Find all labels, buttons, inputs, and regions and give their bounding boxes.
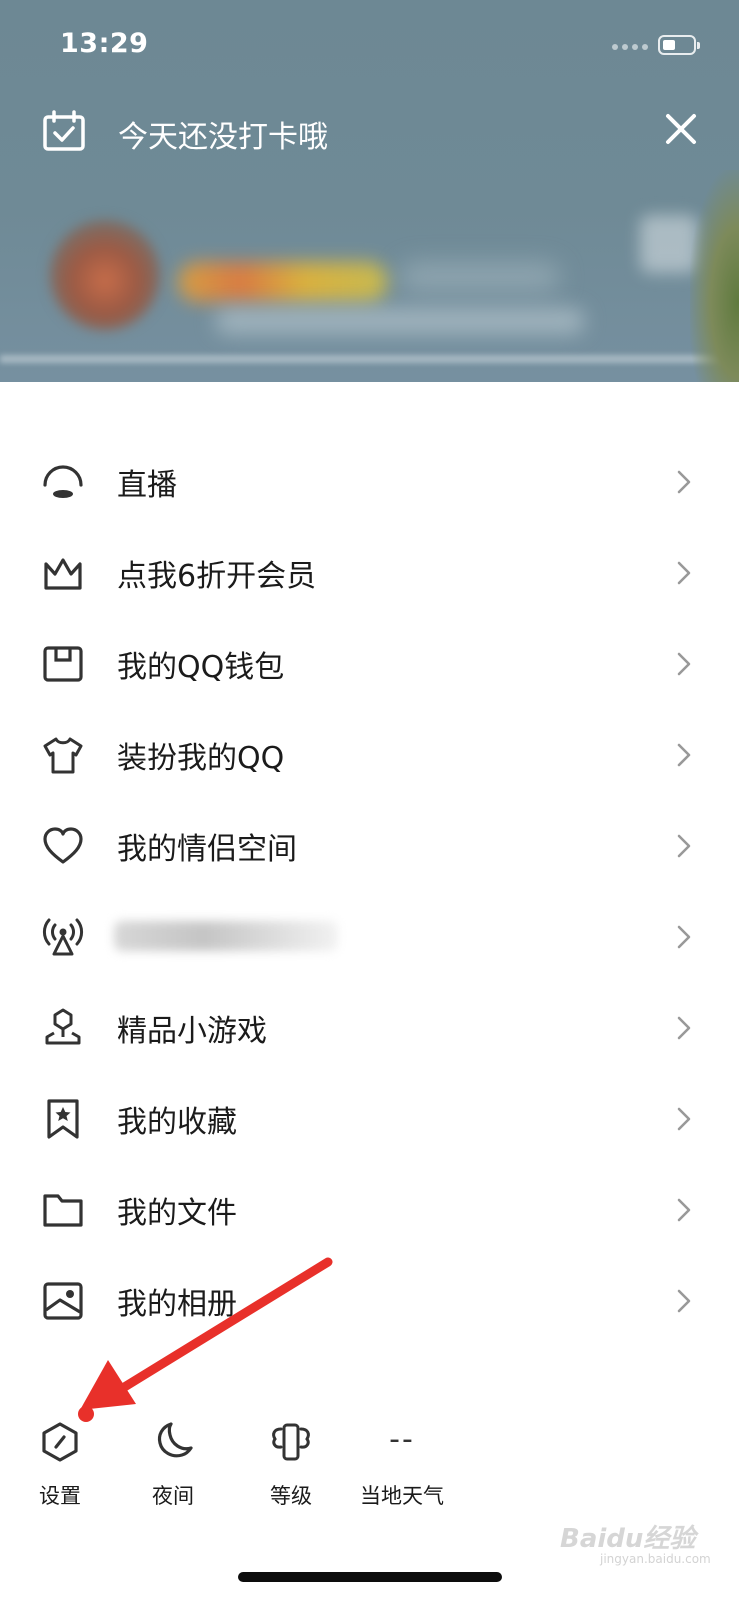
chevron-right-icon [677,834,691,858]
watermark: Baidu经验 [560,1524,696,1554]
game-icon [45,1008,81,1045]
chevron-right-icon [677,1107,691,1131]
home-indicator[interactable] [238,1572,502,1582]
chevron-right-icon [677,1289,691,1313]
signal-icon [612,44,648,50]
bookmark-star-icon [47,1099,79,1139]
menu-item-wallet[interactable]: 我的QQ钱包 [0,618,739,709]
menu-item-album[interactable]: 我的相册 [0,1255,739,1346]
avatar[interactable] [50,220,160,330]
menu-label: 我的文件 [117,1196,237,1231]
settings-button[interactable]: 设置 [5,1420,115,1510]
menu-label: 我的收藏 [117,1105,237,1140]
chevron-right-icon [677,743,691,767]
bottom-toolbar: 设置 夜间 等级 -- 当地天气 [0,1420,739,1520]
chevron-right-icon [677,652,691,676]
chevron-right-icon [677,925,691,949]
weather-value: -- [389,1422,415,1457]
background-plant [690,170,739,382]
menu-label: 装扮我的QQ [117,741,285,776]
profile-card[interactable] [0,200,739,370]
chevron-right-icon [677,561,691,585]
menu-label: 精品小游戏 [117,1014,267,1049]
menu-item-dressup[interactable]: 装扮我的QQ [0,709,739,800]
menu-label: 点我6折开会员 [117,559,317,594]
menu-item-favorites[interactable]: 我的收藏 [0,1073,739,1164]
chevron-right-icon [677,1016,691,1040]
weather-label: 当地天气 [360,1484,444,1508]
wallet-icon [43,646,83,682]
status-bar: 13:29 [0,0,739,90]
status-time: 13:29 [60,28,149,59]
settings-hexagon-icon [42,1422,78,1462]
badge-blurred [400,262,560,292]
menu-label: 我的相册 [117,1287,237,1322]
night-mode-button[interactable]: 夜间 [118,1420,228,1510]
photo-album-icon [43,1282,83,1320]
moon-icon [157,1422,193,1458]
menu-item-couple-space[interactable]: 我的情侣空间 [0,800,739,891]
watermark-url: jingyan.baidu.com [600,1552,711,1566]
chevron-right-icon [677,1198,691,1222]
menu-label: 我的情侣空间 [117,832,297,867]
folder-icon [43,1194,83,1227]
profile-header: 13:29 今天还没打卡哦 [0,0,739,382]
night-label: 夜间 [152,1484,194,1508]
level-label: 等级 [270,1484,312,1508]
close-icon[interactable] [662,110,700,148]
chevron-right-icon [677,470,691,494]
calendar-check-icon [43,110,85,151]
drawer-menu: 直播 点我6折开会员 我的QQ钱包 装扮我的QQ 我的情侣空间 精品小游戏 我的… [0,436,739,1346]
level-badge-icon [272,1423,310,1461]
checkin-banner[interactable]: 今天还没打卡哦 [0,100,739,160]
level-button[interactable]: 等级 [236,1420,346,1510]
battery-icon [658,35,700,55]
menu-label: 我的QQ钱包 [117,650,285,685]
tshirt-icon [43,737,83,774]
menu-item-live[interactable]: 直播 [0,436,739,527]
live-icon [43,465,83,498]
menu-item-files[interactable]: 我的文件 [0,1164,739,1255]
signature-blurred [215,308,585,334]
settings-label: 设置 [39,1484,81,1508]
crown-icon [44,558,82,590]
menu-label: 直播 [117,468,177,503]
signal-tower-icon [42,918,84,956]
heart-icon [43,827,83,864]
menu-item-games[interactable]: 精品小游戏 [0,982,739,1073]
weather-button[interactable]: -- 当地天气 [347,1420,457,1510]
menu-item-vip[interactable]: 点我6折开会员 [0,527,739,618]
nickname-blurred [178,262,388,302]
menu-label-blurred [114,921,338,951]
divider [0,355,725,363]
menu-item-hidden[interactable] [0,891,739,982]
checkin-text: 今天还没打卡哦 [118,120,328,155]
